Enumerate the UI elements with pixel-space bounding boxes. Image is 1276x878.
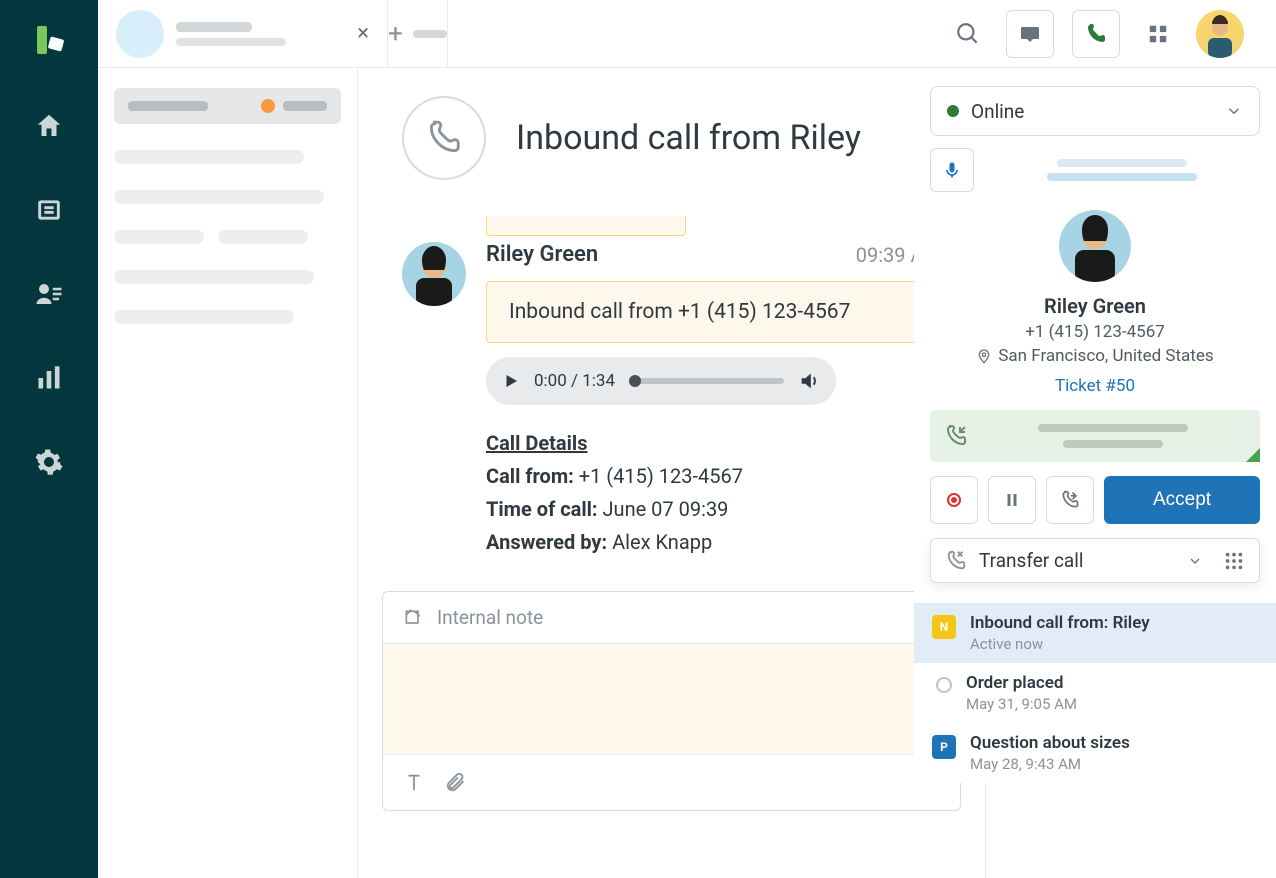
talk-channel-icon[interactable]: [1072, 10, 1120, 58]
caller-panel-avatar: [1059, 210, 1131, 282]
call-notes-box[interactable]: [930, 410, 1260, 462]
views-icon[interactable]: [31, 192, 67, 228]
list-item[interactable]: [218, 230, 308, 244]
caller-avatar: [402, 242, 466, 306]
status-dot: [947, 105, 959, 117]
call-details: Call Details Call from: +1 (415) 123-456…: [486, 427, 941, 559]
location-icon: [976, 348, 992, 364]
text-format-icon[interactable]: [403, 772, 425, 794]
agent-status-dropdown[interactable]: Online: [930, 86, 1260, 136]
channel-icon-ring: [402, 96, 486, 180]
composer-tab-label: Internal note: [437, 606, 543, 629]
customers-icon[interactable]: [31, 276, 67, 312]
chevron-down-icon: [1225, 102, 1243, 120]
product-logo: [29, 20, 69, 60]
incoming-call-icon: [944, 424, 968, 448]
hold-button[interactable]: [988, 476, 1036, 524]
agent-avatar[interactable]: [1196, 10, 1244, 58]
timeline-subtitle: May 28, 9:43 AM: [970, 755, 1130, 773]
timeline-subtitle: Active now: [970, 635, 1150, 653]
workspace-tab[interactable]: ×: [98, 0, 388, 68]
note-icon: [403, 608, 423, 628]
close-tab-icon[interactable]: ×: [357, 21, 369, 46]
list-item[interactable]: [114, 150, 304, 164]
timeline-title: Question about sizes: [970, 733, 1130, 753]
timeline-item[interactable]: N Inbound call from: Riley Active now: [914, 603, 1276, 663]
record-button[interactable]: [930, 476, 978, 524]
accept-button[interactable]: Accept: [1104, 476, 1260, 524]
call-callout: Inbound call from +1 (415) 123-4567: [486, 281, 941, 343]
timeline-dot: [936, 677, 952, 693]
composer: Internal note: [382, 591, 961, 811]
chat-channel-icon[interactable]: [1006, 10, 1054, 58]
caller-phone: +1 (415) 123-4567: [914, 322, 1276, 342]
dialpad-icon[interactable]: [1223, 550, 1245, 572]
list-item[interactable]: [114, 270, 314, 284]
interaction-timeline: N Inbound call from: Riley Active now Order…: [914, 593, 1276, 783]
reports-icon[interactable]: [31, 360, 67, 396]
chevron-down-icon: [1187, 553, 1203, 569]
composer-textarea[interactable]: [383, 644, 960, 754]
apps-icon[interactable]: [1138, 14, 1178, 54]
composer-mode-tab[interactable]: Internal note: [383, 592, 960, 644]
list-filter-pill[interactable]: [114, 88, 341, 124]
forward-button[interactable]: [1046, 476, 1094, 524]
call-panel: Online Riley Green +1 (415) 123-4567 San…: [914, 68, 1276, 783]
status-label: Online: [971, 100, 1024, 123]
transfer-icon: [945, 550, 967, 572]
audio-player[interactable]: 0:00 / 1:34: [486, 357, 836, 405]
settings-icon[interactable]: [31, 444, 67, 480]
caller-name: Riley Green: [914, 294, 1276, 318]
timeline-title: Order placed: [966, 673, 1077, 693]
call-details-heading: Call Details: [486, 427, 941, 460]
conversation-pane: Inbound call from Riley Riley Green 09:3…: [358, 68, 986, 878]
message-author: Riley Green: [486, 242, 598, 267]
timeline-badge: N: [932, 615, 956, 639]
transfer-label: Transfer call: [979, 549, 1083, 572]
ticket-link[interactable]: Ticket #50: [914, 376, 1276, 396]
list-item[interactable]: [114, 190, 324, 204]
audio-time: 0:00 / 1:34: [534, 371, 615, 391]
timeline-item[interactable]: P Question about sizes May 28, 9:43 AM: [914, 723, 1276, 783]
left-nav-rail: [0, 0, 98, 878]
timeline-item[interactable]: Order placed May 31, 9:05 AM: [914, 663, 1276, 723]
transfer-call-dropdown[interactable]: Transfer call: [930, 538, 1260, 583]
volume-icon[interactable]: [798, 370, 820, 392]
timeline-title: Inbound call from: Riley: [970, 613, 1150, 633]
play-icon[interactable]: [502, 372, 520, 390]
search-icon[interactable]: [948, 14, 988, 54]
timeline-badge: P: [932, 735, 956, 759]
ticket-title: Inbound call from Riley: [516, 118, 861, 158]
list-item[interactable]: [114, 310, 294, 324]
tab-avatar: [116, 10, 164, 58]
home-icon[interactable]: [31, 108, 67, 144]
mic-button[interactable]: [930, 148, 974, 192]
list-item[interactable]: [114, 230, 204, 244]
new-tab-button[interactable]: +: [388, 0, 448, 68]
timeline-subtitle: May 31, 9:05 AM: [966, 695, 1077, 713]
tab-bar: × +: [98, 0, 1276, 68]
caller-location: San Francisco, United States: [914, 346, 1276, 366]
ticket-list-sidebar: [98, 68, 358, 878]
attachment-icon[interactable]: [445, 772, 467, 794]
audio-track[interactable]: [629, 378, 784, 384]
